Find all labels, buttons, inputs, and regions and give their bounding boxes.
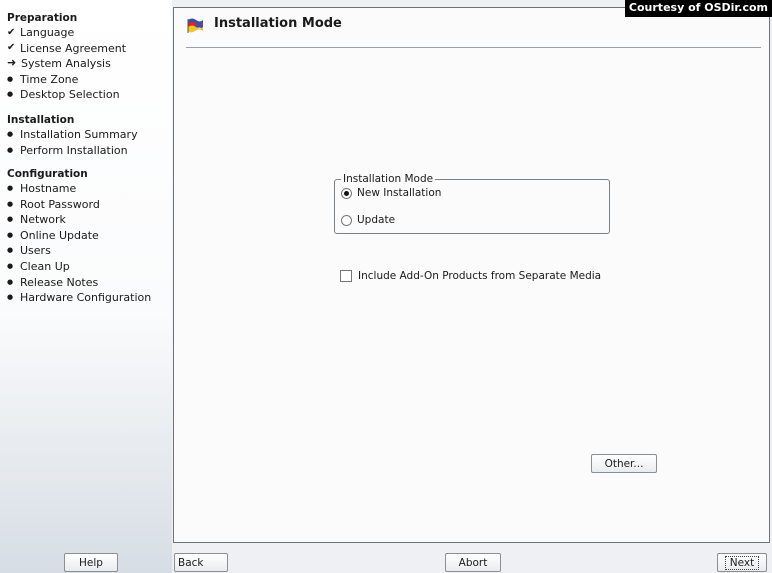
check-icon bbox=[7, 40, 17, 57]
back-button[interactable]: Back bbox=[174, 553, 228, 572]
sidebar-step-desktop-selection: Desktop Selection bbox=[7, 87, 126, 103]
sidebar-step-network: Network bbox=[7, 212, 151, 228]
update-radio[interactable]: Update bbox=[341, 214, 395, 226]
bullet-icon bbox=[7, 243, 17, 259]
radio-unchecked-icon[interactable] bbox=[341, 214, 352, 226]
sidebar-step-license-agreement: License Agreement bbox=[7, 41, 126, 57]
sidebar-step-hardware-configuration: Hardware Configuration bbox=[7, 290, 151, 306]
bullet-icon bbox=[7, 127, 17, 143]
sidebar-step-hostname: Hostname bbox=[7, 181, 151, 197]
title-divider bbox=[186, 47, 761, 48]
next-button[interactable]: Next bbox=[717, 553, 767, 572]
sidebar-step-users: Users bbox=[7, 243, 151, 259]
watermark: Courtesy of OSDir.com bbox=[624, 0, 772, 17]
check-icon bbox=[7, 25, 17, 42]
bullet-icon bbox=[7, 212, 17, 228]
sidebar-section-configuration: Configuration Hostname Root Password Net… bbox=[7, 168, 151, 306]
checkbox-unchecked-icon[interactable] bbox=[340, 270, 352, 282]
addon-products-label: Include Add-On Products from Separate Me… bbox=[358, 270, 602, 282]
bullet-icon bbox=[7, 87, 17, 103]
sidebar-step-root-password: Root Password bbox=[7, 197, 151, 213]
sidebar-step-perform-installation: Perform Installation bbox=[7, 143, 138, 159]
sidebar-section-preparation: Preparation Language License Agreement S… bbox=[7, 12, 126, 103]
sidebar-section-installation: Installation Installation Summary Perfor… bbox=[7, 114, 138, 158]
new-installation-label: New Installation bbox=[357, 187, 442, 199]
bullet-icon bbox=[7, 259, 17, 275]
bullet-icon bbox=[7, 181, 17, 197]
sidebar-step-time-zone: Time Zone bbox=[7, 72, 126, 88]
update-label: Update bbox=[357, 214, 396, 226]
page-title: Installation Mode bbox=[214, 16, 342, 31]
radio-checked-icon[interactable] bbox=[341, 187, 352, 199]
bullet-icon bbox=[7, 72, 17, 88]
installation-flag-icon bbox=[187, 18, 203, 33]
help-button[interactable]: Help bbox=[64, 553, 118, 572]
dialog-content-panel: Installation Mode Installation Mode New … bbox=[173, 7, 770, 543]
sidebar-step-online-update: Online Update bbox=[7, 228, 151, 244]
installation-steps-sidebar: Preparation Language License Agreement S… bbox=[0, 0, 172, 573]
sidebar-section-title: Installation bbox=[7, 114, 75, 126]
sidebar-section-title: Configuration bbox=[7, 168, 88, 180]
abort-button[interactable]: Abort bbox=[445, 553, 501, 572]
new-installation-radio[interactable]: New Installation bbox=[341, 187, 441, 199]
bullet-icon bbox=[7, 275, 17, 291]
bullet-icon bbox=[7, 143, 17, 159]
sidebar-step-system-analysis: System Analysis bbox=[7, 56, 126, 72]
sidebar-step-clean-up: Clean Up bbox=[7, 259, 151, 275]
sidebar-step-language: Language bbox=[7, 25, 126, 41]
installation-mode-legend: Installation Mode bbox=[341, 173, 436, 186]
sidebar-section-title: Preparation bbox=[7, 12, 78, 24]
bullet-icon bbox=[7, 228, 17, 244]
addon-products-checkbox[interactable]: Include Add-On Products from Separate Me… bbox=[340, 270, 601, 282]
sidebar-step-installation-summary: Installation Summary bbox=[7, 127, 138, 143]
bullet-icon bbox=[7, 197, 17, 213]
sidebar-step-release-notes: Release Notes bbox=[7, 275, 151, 291]
installation-mode-group: Installation Mode New Installation Updat… bbox=[334, 173, 610, 234]
arrow-right-icon bbox=[7, 55, 21, 73]
bullet-icon bbox=[7, 290, 17, 306]
other-button[interactable]: Other... bbox=[591, 454, 657, 473]
next-button-label: Next bbox=[724, 555, 760, 570]
